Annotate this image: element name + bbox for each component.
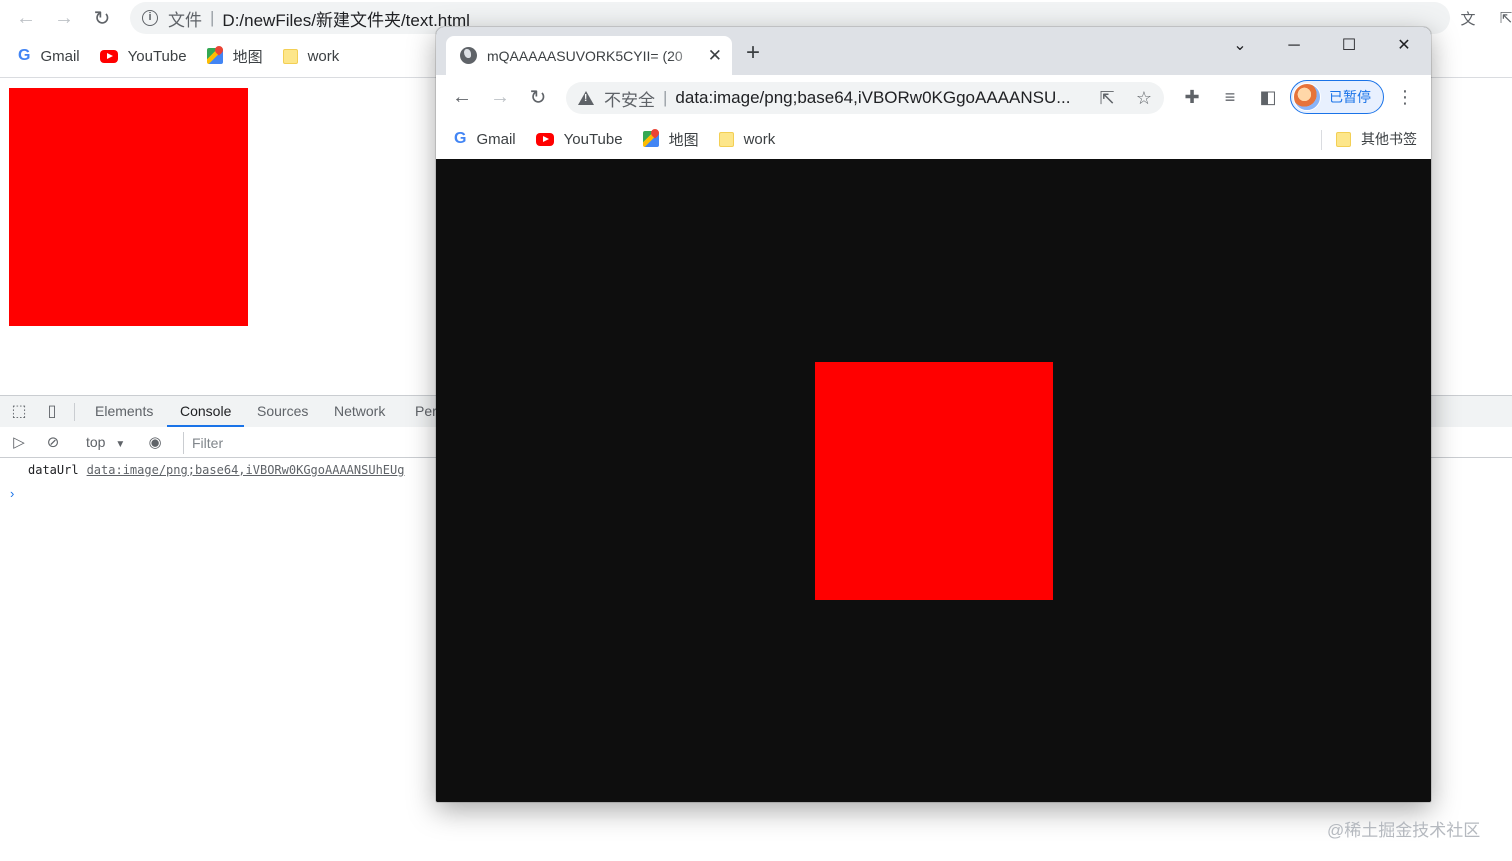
popup-toolbar: ← → ↻ 不安全 | data:image/png;base64,iVBORw… [436,75,1431,119]
tab-search-icon[interactable]: ⌄ [1225,35,1255,57]
tab-console[interactable]: Console [167,396,245,427]
popup-tab[interactable]: mQAAAAASUVORK5CYII= (20 ✕ [446,36,732,75]
google-icon: G [18,47,31,64]
device-toolbar-icon[interactable]: ▯ [43,403,61,421]
bookmark-label: 地图 [232,48,263,66]
image-red-square [815,362,1053,600]
url-text[interactable]: data:image/png;base64,iVBORw0KGgoAAAANSU… [675,88,1081,108]
bookmark-work[interactable]: work [718,130,776,148]
bookmark-label: Gmail [40,47,80,65]
maps-icon [642,131,659,147]
forward-button[interactable]: → [486,83,514,111]
bookmark-label: 地图 [668,131,699,149]
eye-icon[interactable]: ◉ [146,434,164,452]
reload-button[interactable]: ↻ [524,83,552,111]
back-button[interactable]: ← [448,83,476,111]
popup-bookmarks-bar: G Gmail YouTube 地图 work 其他书签 [436,119,1431,159]
url-text[interactable]: D:/newFiles/新建文件夹/text.html [222,6,470,31]
popup-page-content [436,159,1431,802]
warning-icon[interactable] [578,91,594,105]
bookmark-label: YouTube [127,47,187,65]
tab-performance[interactable]: Per [415,396,437,427]
translate-icon[interactable]: 文 [1454,4,1482,32]
profile-status-label: 已暂停 [1329,89,1371,105]
page-red-square [9,88,248,326]
bookmark-gmail[interactable]: G Gmail [18,47,80,65]
extensions-icon[interactable]: ✚ [1180,85,1204,109]
inspect-element-icon[interactable]: ⬚ [10,403,28,421]
popup-browser-window: mQAAAAASUVORK5CYII= (20 ✕ + ⌄ ─ ☐ ✕ ← → … [436,27,1431,802]
popup-address-bar[interactable]: 不安全 | data:image/png;base64,iVBORw0KGgoA… [566,82,1164,114]
close-tab-icon[interactable]: ✕ [708,46,722,66]
minimize-button[interactable]: ─ [1279,35,1309,57]
reload-button[interactable]: ↻ [88,4,116,32]
avatar [1293,83,1321,111]
other-bookmarks-label: 其他书签 [1361,131,1417,147]
side-panel-icon[interactable]: ◧ [1256,85,1280,109]
bookmark-work[interactable]: work [282,47,340,65]
folder-icon [1336,131,1351,147]
tab-elements[interactable]: Elements [95,396,153,427]
bookmark-label: work [743,130,776,148]
context-selector[interactable]: top ▼ [86,434,125,450]
context-label: top [86,434,106,450]
bookmark-maps[interactable]: 地图 [642,129,699,150]
bookmark-label: Gmail [476,130,516,148]
console-log-entry: dataUrl data:image/png;base64,iVBORw0KGgo… [28,463,404,477]
bookmarks-bar: G Gmail YouTube 地图 work [18,37,438,75]
other-bookmarks[interactable]: 其他书签 [1336,119,1417,159]
bookmark-maps[interactable]: 地图 [206,46,263,67]
tab-sources[interactable]: Sources [257,396,308,427]
omnibox-separator: | [663,88,668,107]
bookmark-label: YouTube [563,130,623,148]
close-window-button[interactable]: ✕ [1389,35,1419,57]
clear-console-icon[interactable]: ⊘ [44,434,62,452]
share-icon[interactable]: ⇱ [1096,87,1118,109]
sidebar-toggle-icon[interactable]: ▷ [10,434,28,452]
maximize-button[interactable]: ☐ [1334,35,1364,57]
devtools-separator [74,403,75,421]
popup-bookmarks: G Gmail YouTube 地图 work [454,119,795,159]
log-key: dataUrl [28,463,79,477]
bookmark-youtube[interactable]: YouTube [535,130,623,148]
info-icon[interactable]: i [142,10,158,26]
tab-network[interactable]: Network [334,396,385,427]
omnibox-separator: | [210,8,215,27]
reading-list-icon[interactable]: ≡ [1218,85,1242,109]
folder-icon [718,131,734,147]
google-icon: G [454,130,467,147]
new-tab-button[interactable]: + [746,41,760,65]
tab-title: mQAAAAASUVORK5CYII= (20 [487,47,683,64]
globe-icon [460,47,477,64]
bookmarks-separator [1321,130,1322,150]
log-data-url-link[interactable]: data:image/png;base64,iVBORw0KGgoAAAANSU… [87,463,405,477]
chevron-down-icon: ▼ [115,439,126,450]
folder-icon [282,48,298,64]
console-prompt-icon[interactable]: › [10,486,14,501]
more-menu-icon[interactable]: ⋮ [1393,85,1417,109]
bookmark-gmail[interactable]: G Gmail [454,130,516,148]
popup-title-bar: mQAAAAASUVORK5CYII= (20 ✕ + ⌄ ─ ☐ ✕ [436,27,1431,75]
bookmark-label: work [307,47,340,65]
share-icon[interactable]: ⇱ [1492,4,1512,32]
profile-button[interactable]: 已暂停 [1290,80,1384,114]
bookmark-youtube[interactable]: YouTube [99,47,187,65]
security-label: 不安全 [604,90,655,110]
scheme-label: 文件 [168,10,202,30]
watermark: @稀土掘金技术社区 [1327,821,1481,840]
forward-button[interactable]: → [50,4,78,32]
back-button[interactable]: ← [12,4,40,32]
maps-icon [206,48,223,64]
star-icon[interactable]: ☆ [1133,87,1155,109]
youtube-icon [99,49,118,63]
youtube-icon [535,132,554,146]
filter-input[interactable] [183,432,463,454]
